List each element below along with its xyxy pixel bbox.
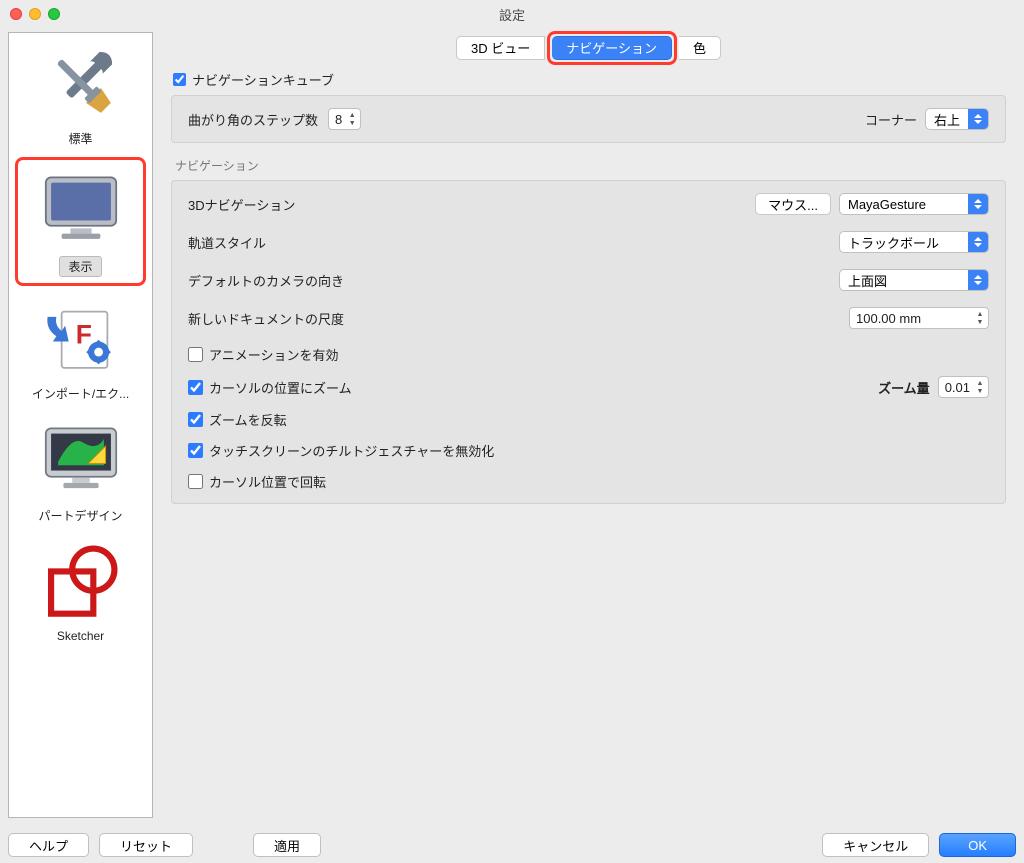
svg-text:F: F <box>75 319 91 349</box>
newdoc-label: 新しいドキュメントの尺度 <box>188 309 849 328</box>
ok-button[interactable]: OK <box>939 833 1016 857</box>
import-export-icon: F <box>36 293 126 383</box>
zoom-cursor-checkbox[interactable] <box>188 380 203 395</box>
sidebar-item-import-export[interactable]: F インポート/エク... <box>9 288 152 410</box>
sidebar-item-sketcher[interactable]: Sketcher <box>9 532 152 651</box>
disable-tilt-label: タッチスクリーンのチルトジェスチャーを無効化 <box>209 441 494 460</box>
chevron-updown-icon <box>968 194 988 214</box>
titlebar: 設定 <box>0 0 1024 28</box>
tab-3d-view[interactable]: 3D ビュー <box>456 36 545 60</box>
navcube-checkbox-row: ナビゲーションキューブ <box>173 70 1006 89</box>
zoom-step-spinbox[interactable]: 0.01 ▲▼ <box>938 376 989 398</box>
reset-button[interactable]: リセット <box>99 833 193 857</box>
cancel-button[interactable]: キャンセル <box>822 833 929 857</box>
steps-spinbox[interactable]: 8 ▲▼ <box>328 108 361 130</box>
navcube-group: 曲がり角のステップ数 8 ▲▼ コーナー 右上 <box>171 95 1006 143</box>
window-title: 設定 <box>0 5 1024 24</box>
invert-zoom-checkbox[interactable] <box>188 412 203 427</box>
disable-tilt-checkbox[interactable] <box>188 443 203 458</box>
sidebar-item-label: Sketcher <box>57 629 104 643</box>
category-sidebar: 標準 表示 F <box>8 32 153 818</box>
sidebar-item-display[interactable]: 表示 <box>15 157 146 286</box>
part-design-icon <box>36 415 126 505</box>
animation-label: アニメーションを有効 <box>209 345 338 364</box>
nav3d-label: 3Dナビゲーション <box>188 195 755 214</box>
camera-value: 上面図 <box>840 271 968 290</box>
sketcher-icon <box>36 537 126 627</box>
rotate-cursor-checkbox[interactable] <box>188 474 203 489</box>
monitor-icon <box>36 164 126 254</box>
zoom-cursor-label: カーソルの位置にズーム <box>209 378 352 397</box>
nav3d-select[interactable]: MayaGesture <box>839 193 989 215</box>
sidebar-item-label: インポート/エク... <box>32 385 129 402</box>
chevron-updown-icon <box>968 232 988 252</box>
newdoc-value: 100.00 mm <box>856 311 921 326</box>
navigation-group: 3Dナビゲーション マウス... MayaGesture 軌道スタイル トラック… <box>171 180 1006 504</box>
apply-button[interactable]: 適用 <box>253 833 321 857</box>
sidebar-item-general[interactable]: 標準 <box>9 33 152 155</box>
corner-select[interactable]: 右上 <box>925 108 989 130</box>
corner-value: 右上 <box>926 110 968 129</box>
steps-value: 8 <box>335 112 342 127</box>
tab-navigation[interactable]: ナビゲーション <box>552 36 672 60</box>
tab-color[interactable]: 色 <box>679 36 721 60</box>
sidebar-item-part-design[interactable]: パートデザイン <box>9 410 152 532</box>
sidebar-item-label: 標準 <box>68 130 92 147</box>
main-panel: 3D ビュー ナビゲーション 色 ナビゲーションキューブ 曲がり角のステップ数 … <box>161 32 1016 818</box>
zoom-step-label: ズーム量 <box>878 378 930 397</box>
mouse-button[interactable]: マウス... <box>755 193 831 215</box>
camera-select[interactable]: 上面図 <box>839 269 989 291</box>
nav3d-value: MayaGesture <box>840 197 968 212</box>
navcube-checkbox[interactable] <box>173 73 186 86</box>
tab-bar: 3D ビュー ナビゲーション 色 <box>161 36 1016 60</box>
chevron-updown-icon <box>968 109 988 129</box>
orbit-value: トラックボール <box>840 233 968 252</box>
invert-zoom-label: ズームを反転 <box>209 410 287 429</box>
rotate-cursor-label: カーソル位置で回転 <box>209 472 326 491</box>
dialog-button-bar: ヘルプ リセット 適用 キャンセル OK <box>8 833 1016 857</box>
navcube-checkbox-label: ナビゲーションキューブ <box>192 70 334 89</box>
newdoc-spinbox[interactable]: 100.00 mm ▲▼ <box>849 307 989 329</box>
zoom-step-value: 0.01 <box>945 380 970 395</box>
chevron-updown-icon <box>968 270 988 290</box>
tools-icon <box>36 38 126 128</box>
corner-label: コーナー <box>865 110 917 129</box>
orbit-label: 軌道スタイル <box>188 233 839 252</box>
help-button[interactable]: ヘルプ <box>8 833 89 857</box>
navigation-group-title: ナビゲーション <box>175 157 1006 174</box>
steps-label: 曲がり角のステップ数 <box>188 110 318 129</box>
sidebar-item-label: パートデザイン <box>38 507 122 524</box>
sidebar-item-label: 表示 <box>59 256 101 277</box>
camera-label: デフォルトのカメラの向き <box>188 271 839 290</box>
orbit-select[interactable]: トラックボール <box>839 231 989 253</box>
animation-checkbox[interactable] <box>188 347 203 362</box>
